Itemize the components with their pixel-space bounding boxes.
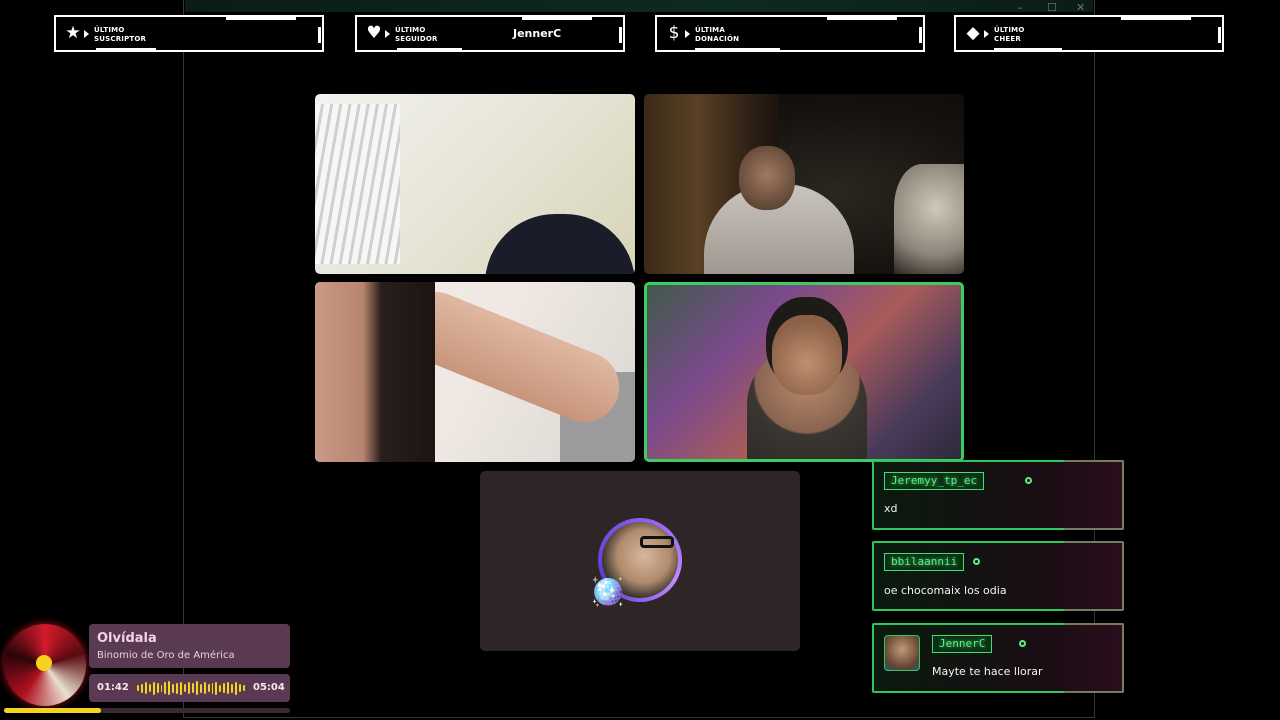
heart-icon: ♥ xyxy=(366,23,382,43)
current-time: 01:42 xyxy=(97,682,129,693)
waveform-bar xyxy=(215,681,218,695)
waveform-bar xyxy=(156,683,159,693)
alert-label: ÚLTIMO SEGUIDOR xyxy=(395,26,438,43)
arrow-icon xyxy=(84,30,89,38)
waveform-bar xyxy=(238,684,241,692)
waveform-bar xyxy=(148,684,151,692)
waveform-bar xyxy=(160,684,163,692)
playback-progress-fill xyxy=(4,708,102,713)
participant-head xyxy=(485,214,635,274)
disc-center xyxy=(36,655,52,671)
waveform-bar xyxy=(231,683,234,693)
waveform-bar xyxy=(227,682,230,694)
status-dot-icon xyxy=(1019,640,1026,647)
participant-head xyxy=(772,315,842,395)
waveform-bar xyxy=(235,681,237,695)
maximize-icon[interactable]: ☐ xyxy=(1047,2,1057,14)
waveform-bar xyxy=(137,685,139,691)
waveform-bar xyxy=(168,681,171,695)
arrow-icon xyxy=(385,30,390,38)
chat-user-avatar xyxy=(884,635,920,671)
waveform-bar xyxy=(140,683,143,693)
alert-label: ÚLTIMA DONACIÓN xyxy=(695,26,740,43)
alert-value: JennerC xyxy=(513,27,562,40)
waveform-bar xyxy=(195,681,198,695)
waveform-bar xyxy=(199,683,202,693)
close-icon[interactable]: ✕ xyxy=(1076,2,1085,14)
glasses-icon xyxy=(640,536,674,548)
waveform-bar xyxy=(219,684,222,692)
waveform-bar xyxy=(172,683,175,693)
star-icon: ★ xyxy=(65,23,81,43)
participant-head xyxy=(739,146,795,210)
arrow-icon xyxy=(685,30,690,38)
alert-last-donation: $ ÚLTIMA DONACIÓN xyxy=(655,15,925,52)
chat-message: Jeremyy_tp_ec xd xyxy=(872,460,1124,530)
arrow-icon xyxy=(984,30,989,38)
song-title: Olvídala xyxy=(97,631,157,646)
video-tile-active-speaker[interactable] xyxy=(644,282,964,462)
waveform-bar xyxy=(242,685,245,691)
chat-message: JennerC Mayte te hace llorar xyxy=(872,623,1124,693)
alert-label: ÚLTIMO CHEER xyxy=(994,26,1025,43)
disco-ball-icon: 🪩 xyxy=(590,575,625,608)
playback-progress-bar[interactable] xyxy=(4,708,290,713)
waveform-bar xyxy=(144,682,147,694)
chat-text: Mayte te hace llorar xyxy=(932,665,1043,678)
waveform-bar xyxy=(180,681,183,695)
dollar-icon: $ xyxy=(668,23,680,43)
song-artist: Binomio de Oro de América xyxy=(97,650,235,661)
chat-text: oe chocomaix los odia xyxy=(884,584,1007,597)
waveform-bar xyxy=(184,684,186,692)
status-dot-icon xyxy=(973,558,980,565)
chat-username: Jeremyy_tp_ec xyxy=(884,472,985,490)
video-tile-participant-3[interactable] xyxy=(315,282,635,462)
participant-face xyxy=(315,282,435,462)
waveform-bar xyxy=(152,681,155,695)
waveform-bar xyxy=(203,682,206,694)
window-blind xyxy=(315,104,400,264)
waveform-bar xyxy=(176,682,179,694)
alert-last-cheer: ◆ ÚLTIMO CHEER xyxy=(954,15,1224,52)
waveform-bar xyxy=(187,682,190,694)
total-time: 05:04 xyxy=(253,682,285,693)
chat-text: xd xyxy=(884,502,898,515)
waveform-bar xyxy=(191,683,194,693)
waveform-bar xyxy=(207,684,210,692)
video-tile-participant-2[interactable] xyxy=(644,94,964,274)
waveform-bar xyxy=(223,683,226,693)
minimize-icon[interactable]: – xyxy=(1017,2,1023,14)
chat-username: bbilaannii xyxy=(884,553,965,571)
alert-last-follower: ♥ ÚLTIMO SEGUIDOR JennerC xyxy=(355,15,625,52)
audio-waveform xyxy=(137,680,245,696)
waveform-bar xyxy=(211,682,214,694)
chat-message: bbilaannii oe chocomaix los odia xyxy=(872,541,1124,611)
lamp xyxy=(894,164,964,274)
waveform-bar xyxy=(164,682,167,694)
chat-username: JennerC xyxy=(932,635,993,653)
status-dot-icon xyxy=(1025,477,1032,484)
alert-last-subscriber: ★ ÚLTIMO SUSCRIPTOR xyxy=(54,15,324,52)
alert-label: ÚLTIMO SUSCRIPTOR xyxy=(94,26,147,43)
diamond-icon: ◆ xyxy=(966,23,980,43)
video-tile-participant-1[interactable] xyxy=(315,94,635,274)
window-titlebar[interactable] xyxy=(185,0,1093,12)
